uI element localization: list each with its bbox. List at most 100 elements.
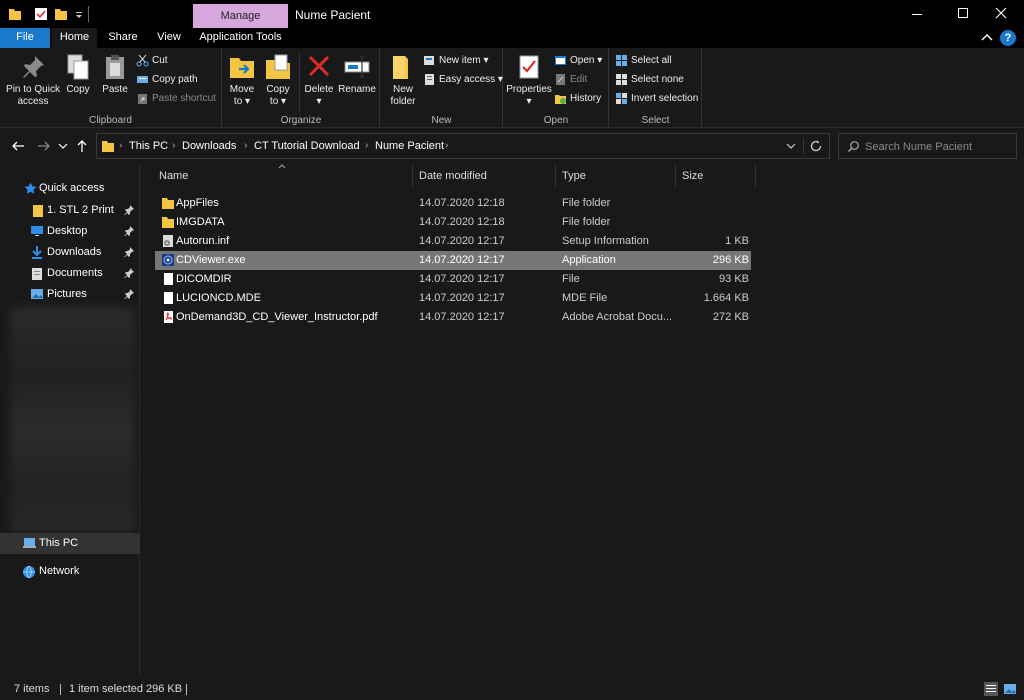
paste-button[interactable]: Paste <box>100 52 130 96</box>
file-row-dicomdir[interactable]: DICOMDIR 14.07.2020 12:17 File 93 KB <box>155 270 751 289</box>
nav-item-documents[interactable]: Documents <box>0 263 140 284</box>
pin-to-quick-access-button[interactable]: Pin to Quick access <box>4 52 62 108</box>
blurred-nav-region <box>10 307 135 532</box>
file-row-lucioncd-mde[interactable]: LUCIONCD.MDE 14.07.2020 12:17 MDE File 1… <box>155 289 751 308</box>
nav-item-desktop[interactable]: Desktop <box>0 221 140 242</box>
breadcrumb-separator[interactable]: › <box>172 140 175 151</box>
properties-button[interactable]: Properties ▾ <box>506 52 552 108</box>
select-none-button[interactable]: Select none <box>615 71 684 89</box>
rename-button[interactable]: Rename <box>337 52 377 96</box>
tab-share[interactable]: Share <box>100 28 146 48</box>
pin-icon[interactable] <box>124 268 134 278</box>
breadcrumb-ct-tutorial-download[interactable]: CT Tutorial Download <box>254 140 360 152</box>
recent-locations-icon[interactable] <box>58 138 68 154</box>
nav-quick-access[interactable]: Quick access <box>0 178 140 199</box>
file-row-imgdata[interactable]: IMGDATA 14.07.2020 12:18 File folder <box>155 213 751 232</box>
invert-selection-label: Invert selection <box>631 93 699 104</box>
customize-toolbar-icon[interactable] <box>72 6 86 22</box>
ribbon: Pin to Quick access Copy Paste Cut Copy … <box>0 48 1024 128</box>
details-view-icon[interactable] <box>984 682 998 696</box>
new-folder-icon[interactable] <box>54 6 68 22</box>
tab-file[interactable]: File <box>0 28 50 48</box>
chevron-down-icon[interactable] <box>785 140 797 152</box>
pin-icon[interactable] <box>124 289 134 299</box>
tab-home[interactable]: Home <box>52 28 97 48</box>
pin-icon[interactable] <box>124 247 134 257</box>
search-box[interactable] <box>838 133 1017 159</box>
paste-shortcut-icon <box>138 93 147 104</box>
new-folder-label-line1: New <box>392 84 413 95</box>
up-arrow-icon[interactable] <box>74 138 90 154</box>
copy-to-button[interactable]: Copy to ▾ <box>261 52 295 108</box>
chevron-up-icon[interactable] <box>980 30 994 46</box>
file-size: 93 KB <box>719 273 749 285</box>
cut-button[interactable]: Cut <box>136 52 168 70</box>
file-row-appfiles[interactable]: AppFiles 14.07.2020 12:18 File folder <box>155 194 751 213</box>
pin-icon[interactable] <box>124 226 134 236</box>
pin-label-line1: Pin to Quick <box>6 84 60 95</box>
desktop-icon <box>31 226 43 236</box>
breadcrumb-separator[interactable]: › <box>445 140 448 151</box>
address-bar[interactable]: › This PC › Downloads › CT Tutorial Down… <box>96 133 830 159</box>
refresh-icon[interactable] <box>809 139 823 153</box>
history-button[interactable]: History <box>554 90 601 108</box>
delete-button[interactable]: Delete ▾ <box>303 52 335 108</box>
file-row-autorun-inf[interactable]: Autorun.inf 14.07.2020 12:17 Setup Infor… <box>155 232 751 251</box>
manage-context-tab[interactable]: Manage <box>193 4 288 29</box>
breadcrumb-separator[interactable]: › <box>244 140 247 151</box>
nav-item-pictures[interactable]: Pictures <box>0 284 140 305</box>
nav-item-stl-2-print[interactable]: 1. STL 2 Print <box>0 200 140 221</box>
edit-button[interactable]: Edit <box>554 71 587 89</box>
breadcrumb-separator[interactable]: › <box>365 140 368 151</box>
tab-view[interactable]: View <box>148 28 190 48</box>
breadcrumb-nume-pacient[interactable]: Nume Pacient <box>375 140 444 152</box>
copy-to-label-line2: to <box>269 96 279 107</box>
file-size: 272 KB <box>712 311 749 323</box>
pin-icon[interactable] <box>124 205 134 215</box>
file-name: IMGDATA <box>176 216 225 228</box>
move-to-icon <box>230 58 254 78</box>
copy-path-button[interactable]: Copy path <box>136 71 198 89</box>
breadcrumb-separator[interactable]: › <box>119 140 122 151</box>
file-row-ondemand3d-pdf[interactable]: OnDemand3D_CD_Viewer_Instructor.pdf 14.0… <box>155 308 751 327</box>
column-header-date-modified[interactable]: Date modified <box>413 164 556 188</box>
properties-check-icon[interactable] <box>34 6 48 22</box>
new-item-button[interactable]: New item ▾ <box>423 52 489 70</box>
copy-to-label-line1: Copy <box>266 84 290 95</box>
invert-selection-button[interactable]: Invert selection <box>615 90 698 108</box>
file-row-cdviewer-exe[interactable]: CDViewer.exe 14.07.2020 12:17 Applicatio… <box>155 251 751 270</box>
status-separator <box>60 684 61 695</box>
tab-application-tools[interactable]: Application Tools <box>193 28 288 48</box>
move-to-button[interactable]: Move to ▾ <box>225 52 259 108</box>
paste-label: Paste <box>102 84 128 95</box>
column-header-size-label: Size <box>682 170 704 182</box>
back-arrow-icon[interactable] <box>10 138 26 154</box>
new-group: New folder New item ▾ Easy access ▾ New <box>381 48 503 128</box>
search-input[interactable] <box>865 139 1013 154</box>
open-button[interactable]: Open ▾ <box>554 52 602 70</box>
easy-access-button[interactable]: Easy access ▾ <box>423 71 503 89</box>
forward-arrow-icon[interactable] <box>36 138 52 154</box>
select-all-button[interactable]: Select all <box>615 52 672 70</box>
nav-this-pc[interactable]: This PC <box>0 533 140 554</box>
breadcrumb-downloads[interactable]: Downloads <box>182 140 236 152</box>
folder-icon <box>102 141 114 152</box>
close-button[interactable] <box>978 0 1024 28</box>
column-header-size[interactable]: Size <box>676 164 756 188</box>
copy-button[interactable]: Copy <box>64 52 92 96</box>
nav-this-pc-label: This PC <box>39 537 79 549</box>
status-item-count: 7 items <box>14 683 50 695</box>
file-icon <box>164 292 173 304</box>
clipboard-group-label: Clipboard <box>89 115 132 126</box>
nav-item-downloads[interactable]: Downloads <box>0 242 140 263</box>
delete-label: Delete <box>304 84 334 95</box>
nav-network[interactable]: Network <box>0 561 140 582</box>
paste-shortcut-button[interactable]: Paste shortcut <box>136 90 216 108</box>
new-folder-button[interactable]: New folder <box>385 52 421 108</box>
large-icons-view-icon[interactable] <box>1003 682 1017 696</box>
column-header-type[interactable]: Type <box>556 164 676 188</box>
breadcrumb-this-pc[interactable]: This PC <box>129 140 168 152</box>
help-button[interactable]: ? <box>1000 30 1016 46</box>
status-selected-size: 296 KB <box>146 683 183 695</box>
minimize-button[interactable] <box>894 0 940 28</box>
